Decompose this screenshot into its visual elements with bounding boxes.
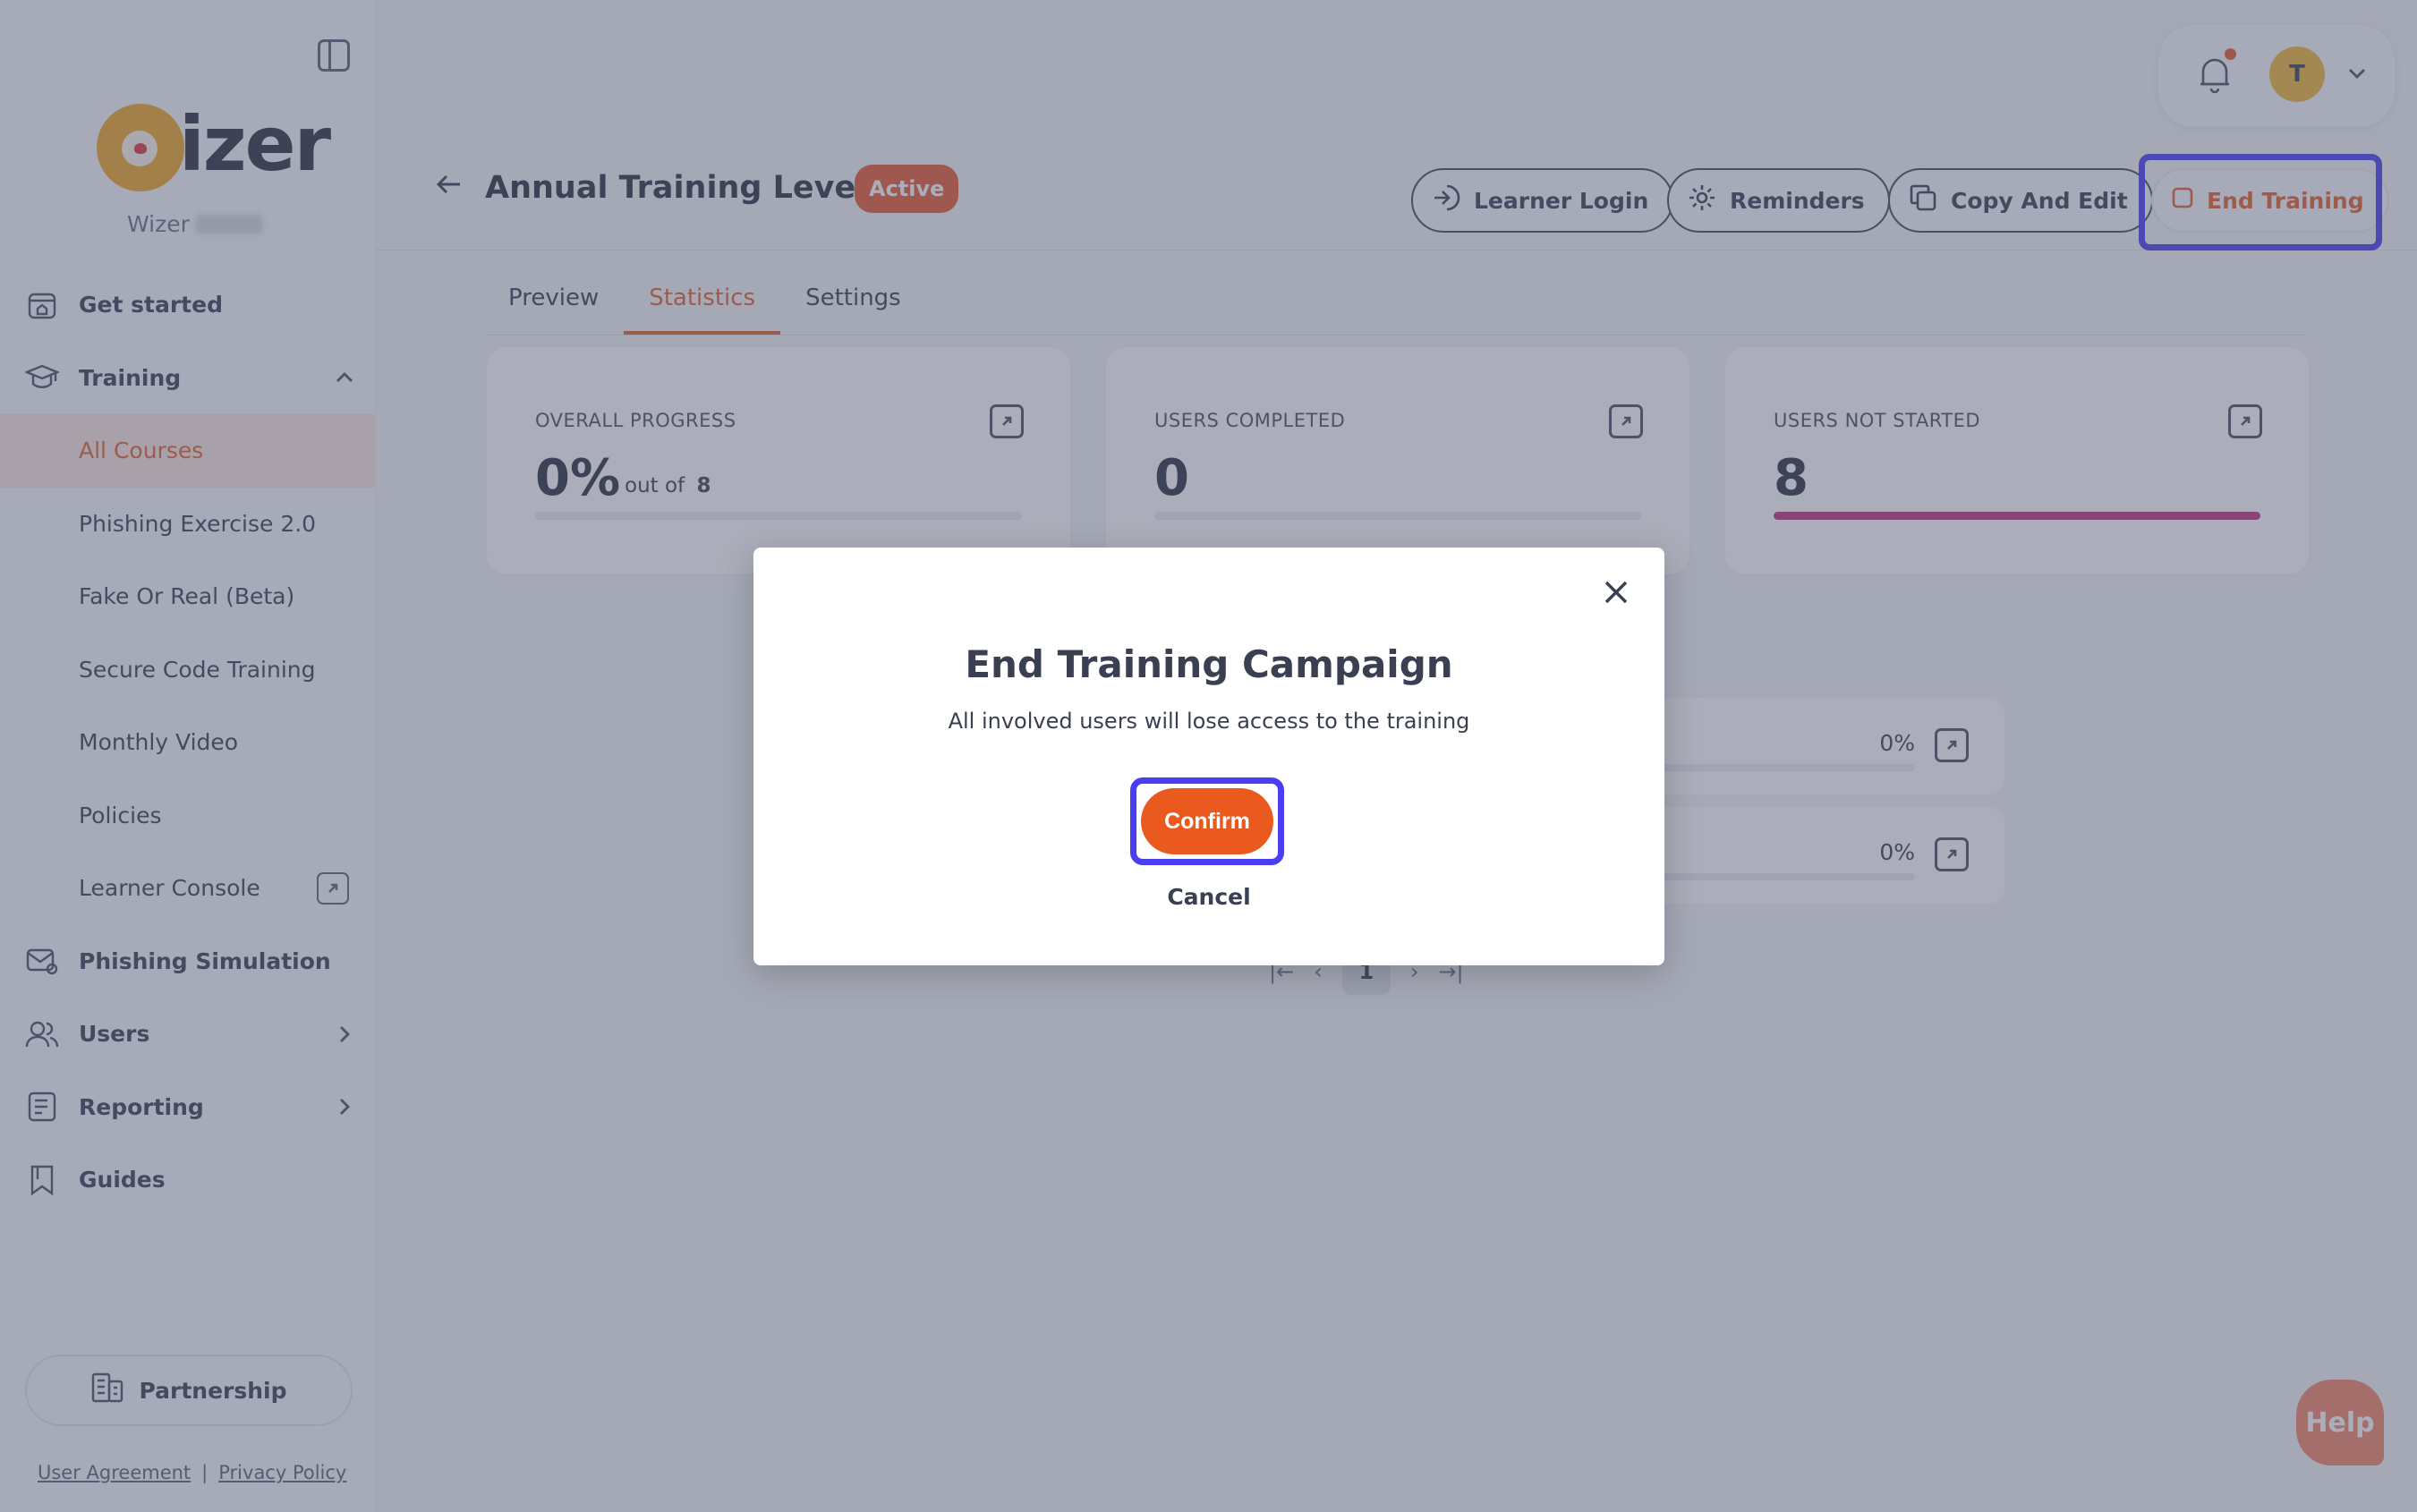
- close-icon[interactable]: [1595, 571, 1638, 614]
- cancel-button[interactable]: Cancel: [753, 884, 1664, 910]
- modal-title: End Training Campaign: [965, 642, 1453, 686]
- end-training-modal: End Training Campaign All involved users…: [753, 548, 1664, 965]
- confirm-highlight: Confirm: [1130, 777, 1284, 865]
- modal-description: All involved users will lose access to t…: [948, 709, 1470, 734]
- confirm-button[interactable]: Confirm: [1141, 788, 1273, 854]
